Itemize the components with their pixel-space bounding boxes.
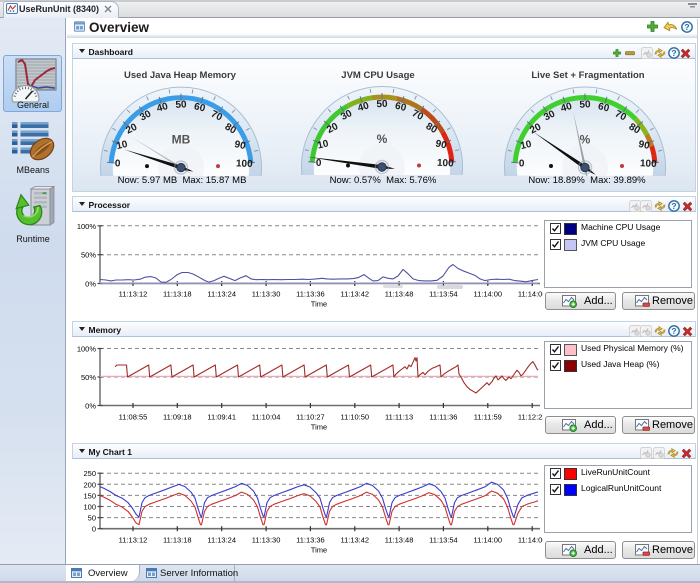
svg-text:11:11:36: 11:11:36: [429, 413, 457, 422]
svg-text:11:13:36: 11:13:36: [296, 536, 325, 545]
svg-text:0%: 0%: [85, 402, 96, 411]
svg-text:11:13:24: 11:13:24: [207, 536, 236, 545]
svg-text:50%: 50%: [81, 251, 96, 260]
svg-text:0: 0: [92, 525, 96, 534]
svg-text:11:11:13: 11:11:13: [385, 413, 413, 422]
svg-text:11:13:12: 11:13:12: [119, 290, 148, 299]
svg-text:%: %: [377, 132, 388, 146]
svg-text:?: ?: [671, 201, 676, 211]
svg-text:11:10:50: 11:10:50: [340, 413, 369, 422]
svg-text:11:13:48: 11:13:48: [385, 536, 414, 545]
svg-text:0: 0: [519, 159, 525, 170]
svg-text:11:13:42: 11:13:42: [340, 290, 369, 299]
svg-text:100%: 100%: [77, 222, 97, 231]
svg-text:0: 0: [115, 159, 121, 170]
svg-text:11:10:04: 11:10:04: [252, 413, 281, 422]
svg-text:100: 100: [83, 503, 96, 512]
svg-text:11:13:18: 11:13:18: [163, 536, 192, 545]
svg-text:11:09:41: 11:09:41: [207, 413, 236, 422]
svg-text:11:08:55: 11:08:55: [119, 413, 148, 422]
svg-text:0%: 0%: [85, 280, 96, 289]
svg-text:11:14:00: 11:14:00: [473, 290, 502, 299]
svg-text:50%: 50%: [81, 373, 96, 382]
svg-text:50: 50: [175, 99, 187, 111]
svg-text:11:13:30: 11:13:30: [252, 290, 281, 299]
svg-text:?: ?: [684, 22, 689, 32]
svg-text:11:13:30: 11:13:30: [252, 536, 281, 545]
svg-text:11:10:27: 11:10:27: [296, 413, 325, 422]
svg-text:?: ?: [671, 326, 676, 336]
svg-text:11:12:22: 11:12:22: [518, 413, 543, 422]
svg-text:11:13:54: 11:13:54: [429, 290, 458, 299]
svg-text:100: 100: [640, 158, 657, 170]
svg-text:?: ?: [671, 48, 676, 58]
svg-text:100: 100: [437, 158, 454, 170]
svg-text:50: 50: [376, 99, 388, 111]
svg-text:11:13:48: 11:13:48: [385, 290, 414, 299]
svg-text:11:13:18: 11:13:18: [163, 290, 192, 299]
svg-text:Time: Time: [311, 423, 327, 432]
svg-text:150: 150: [83, 491, 96, 500]
svg-text:0: 0: [316, 158, 322, 169]
svg-text:11:13:36: 11:13:36: [296, 290, 325, 299]
svg-text:50: 50: [579, 99, 591, 111]
svg-text:11:13:24: 11:13:24: [207, 290, 236, 299]
svg-text:11:09:18: 11:09:18: [163, 413, 192, 422]
svg-text:MB: MB: [172, 133, 191, 147]
svg-text:Time: Time: [311, 546, 327, 555]
svg-text:%: %: [580, 133, 591, 147]
svg-text:100%: 100%: [77, 345, 97, 354]
svg-text:11:14:00: 11:14:00: [473, 536, 502, 545]
svg-text:11:14:06: 11:14:06: [518, 536, 543, 545]
svg-text:11:13:12: 11:13:12: [119, 536, 148, 545]
svg-text:11:14:06: 11:14:06: [518, 290, 543, 299]
svg-text:11:11:59: 11:11:59: [474, 413, 502, 422]
svg-text:11:13:42: 11:13:42: [340, 536, 369, 545]
svg-text:250: 250: [83, 469, 96, 478]
svg-text:Time: Time: [311, 300, 327, 309]
svg-text:200: 200: [83, 480, 96, 489]
svg-text:100: 100: [236, 158, 253, 170]
svg-text:11:13:54: 11:13:54: [429, 536, 458, 545]
svg-text:50: 50: [88, 514, 96, 523]
